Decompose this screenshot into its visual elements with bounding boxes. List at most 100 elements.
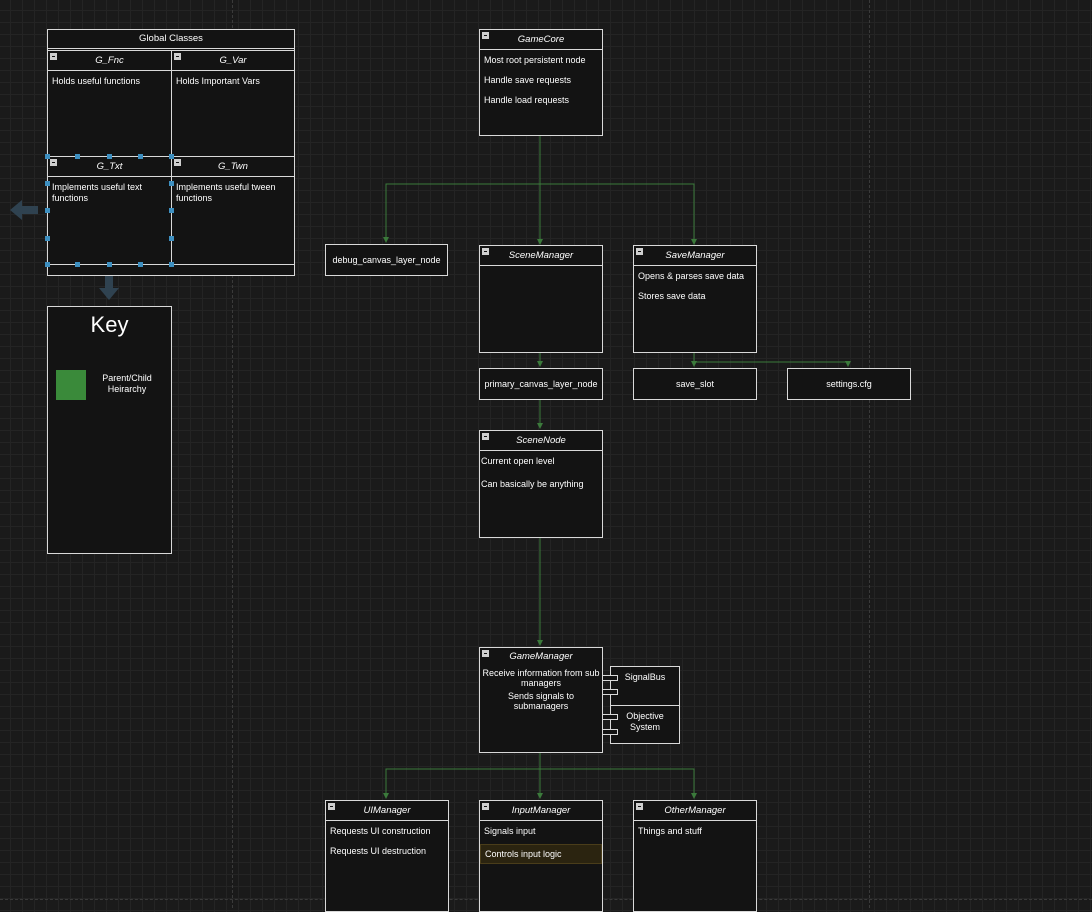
collapse-icon[interactable] bbox=[636, 248, 643, 255]
class-title: G_Txt bbox=[96, 161, 123, 172]
edge-gamemanager-othermanager bbox=[540, 768, 697, 799]
node-gamemanager[interactable]: GameManager Receive information from sub… bbox=[479, 647, 603, 753]
node-line-highlighted[interactable]: Controls input logic bbox=[480, 844, 602, 864]
legend-swatch bbox=[56, 370, 86, 400]
selection-handle[interactable] bbox=[138, 262, 143, 267]
node-title: GameManager bbox=[509, 651, 573, 662]
component-objective-system[interactable]: Objective System bbox=[610, 705, 680, 744]
collapse-icon[interactable] bbox=[50, 53, 57, 60]
class-title: G_Fnc bbox=[95, 55, 124, 66]
node-header: SceneManager bbox=[480, 246, 602, 266]
component-label: SignalBus bbox=[624, 672, 666, 682]
selection-handle[interactable] bbox=[45, 181, 50, 186]
node-title: SceneNode bbox=[516, 435, 566, 446]
node-othermanager[interactable]: OtherManager Things and stuff bbox=[633, 800, 757, 912]
node-header: GameCore bbox=[480, 30, 602, 50]
class-text: Implements useful tween functions bbox=[176, 182, 276, 203]
selection-handle[interactable] bbox=[45, 236, 50, 241]
key-title: Key bbox=[90, 312, 129, 337]
selection-handle[interactable] bbox=[138, 154, 143, 159]
collapse-icon[interactable] bbox=[328, 803, 335, 810]
component-port bbox=[602, 689, 618, 695]
key-legend[interactable]: Key Parent/Child Heirarchy bbox=[47, 306, 172, 554]
component-port bbox=[602, 675, 618, 681]
node-line: Current open level bbox=[481, 456, 555, 466]
node-line: Things and stuff bbox=[638, 826, 702, 836]
node-save-slot[interactable]: save_slot bbox=[633, 368, 757, 400]
edge-savemanager-settings bbox=[694, 361, 851, 367]
selection-handle[interactable] bbox=[45, 208, 50, 213]
node-line: Most root persistent node bbox=[484, 55, 586, 65]
global-classes-title: Global Classes bbox=[48, 30, 294, 49]
selection-handle[interactable] bbox=[169, 208, 174, 213]
node-header: OtherManager bbox=[634, 801, 756, 821]
node-primary-canvas-layer[interactable]: primary_canvas_layer_node bbox=[479, 368, 603, 400]
node-line: Requests UI destruction bbox=[330, 846, 427, 856]
collapse-icon[interactable] bbox=[50, 159, 57, 166]
selection-handle[interactable] bbox=[75, 262, 80, 267]
class-cell-g-fnc[interactable]: G_Fnc Holds useful functions bbox=[47, 50, 172, 157]
node-line: Opens & parses save data bbox=[638, 271, 745, 281]
collapse-icon[interactable] bbox=[482, 248, 489, 255]
selection-handle[interactable] bbox=[45, 154, 50, 159]
node-title: OtherManager bbox=[664, 805, 726, 816]
selection-handle[interactable] bbox=[169, 236, 174, 241]
node-scenemanager[interactable]: SceneManager bbox=[479, 245, 603, 353]
node-line: Sends signals to submanagers bbox=[507, 691, 575, 711]
selection-handle[interactable] bbox=[107, 262, 112, 267]
class-text: Holds Important Vars bbox=[176, 76, 260, 86]
node-title: InputManager bbox=[511, 805, 571, 816]
node-savemanager[interactable]: SaveManager Opens & parses save data Sto… bbox=[633, 245, 757, 353]
collapse-icon[interactable] bbox=[482, 433, 489, 440]
selection-handle[interactable] bbox=[169, 154, 174, 159]
selection-handle[interactable] bbox=[169, 181, 174, 186]
collapse-icon[interactable] bbox=[482, 650, 489, 657]
component-port bbox=[602, 714, 618, 720]
node-header: SaveManager bbox=[634, 246, 756, 266]
component-port bbox=[602, 729, 618, 735]
node-line: Stores save data bbox=[638, 291, 706, 301]
class-cell-g-txt[interactable]: G_Txt Implements useful text functions bbox=[47, 156, 172, 265]
node-scenenode[interactable]: SceneNode Current open level Can basical… bbox=[479, 430, 603, 538]
class-title: G_Twn bbox=[218, 161, 248, 172]
class-text: Holds useful functions bbox=[52, 76, 141, 86]
selection-handle[interactable] bbox=[169, 262, 174, 267]
class-header: G_Txt bbox=[48, 157, 171, 177]
class-header: G_Fnc bbox=[48, 51, 171, 71]
node-title: UIManager bbox=[363, 805, 411, 816]
node-line: Requests UI construction bbox=[330, 826, 431, 836]
edge-gamecore-savemanager bbox=[540, 183, 697, 245]
node-line: Receive information from sub managers bbox=[482, 668, 600, 688]
node-uimanager[interactable]: UIManager Requests UI construction Reque… bbox=[325, 800, 449, 912]
node-line: Handle save requests bbox=[484, 75, 572, 85]
node-inputmanager[interactable]: InputManager Signals input Controls inpu… bbox=[479, 800, 603, 912]
edge-gamemanager-uimanager bbox=[383, 768, 540, 799]
node-title: SaveManager bbox=[665, 250, 725, 261]
legend-label: Parent/Child Heirarchy bbox=[102, 373, 152, 394]
move-left-arrow-icon bbox=[10, 200, 38, 220]
node-title: GameCore bbox=[517, 34, 565, 45]
node-title: SceneManager bbox=[508, 250, 574, 261]
collapse-icon[interactable] bbox=[482, 32, 489, 39]
selection-handle[interactable] bbox=[75, 154, 80, 159]
component-label: Objective System bbox=[626, 711, 664, 732]
node-settings-cfg[interactable]: settings.cfg bbox=[787, 368, 911, 400]
collapse-icon[interactable] bbox=[174, 159, 181, 166]
class-cell-g-var[interactable]: G_Var Holds Important Vars bbox=[171, 50, 295, 157]
collapse-icon[interactable] bbox=[636, 803, 643, 810]
collapse-icon[interactable] bbox=[174, 53, 181, 60]
node-debug-canvas-layer[interactable]: debug_canvas_layer_node bbox=[325, 244, 448, 276]
class-header: G_Var bbox=[172, 51, 294, 71]
node-line: Signals input bbox=[484, 826, 536, 836]
selection-handle[interactable] bbox=[107, 154, 112, 159]
class-title: G_Var bbox=[219, 55, 247, 66]
component-signalbus[interactable]: SignalBus bbox=[610, 666, 680, 706]
node-header: GameManager bbox=[480, 648, 602, 666]
class-cell-g-twn[interactable]: G_Twn Implements useful tween functions bbox=[171, 156, 295, 265]
node-header: SceneNode bbox=[480, 431, 602, 451]
collapse-icon[interactable] bbox=[482, 803, 489, 810]
selection-handle[interactable] bbox=[45, 262, 50, 267]
node-header: UIManager bbox=[326, 801, 448, 821]
class-text: Implements useful text functions bbox=[52, 182, 143, 203]
node-gamecore[interactable]: GameCore Most root persistent node Handl… bbox=[479, 29, 603, 136]
